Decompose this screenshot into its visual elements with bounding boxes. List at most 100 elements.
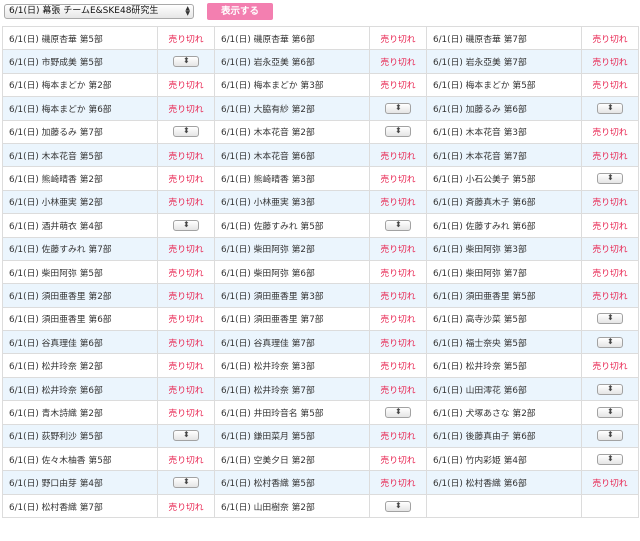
session-label: 6/1(日) 柴田阿弥 第7部 xyxy=(426,259,582,285)
sold-out-badge: 売り切れ xyxy=(592,198,628,209)
session-label: 6/1(日) 小石公美子 第5部 xyxy=(426,166,582,191)
session-label: 6/1(日) 谷真理佳 第7部 xyxy=(214,330,370,355)
sold-out-badge: 売り切れ xyxy=(380,362,416,373)
quantity-cell xyxy=(581,447,639,472)
sold-out-cell: 売り切れ xyxy=(157,330,215,355)
quantity-cell xyxy=(581,376,639,402)
sold-out-badge: 売り切れ xyxy=(168,291,204,302)
session-label: 6/1(日) 井田玲音名 第5部 xyxy=(214,400,370,425)
quantity-select[interactable] xyxy=(597,173,623,185)
sold-out-badge: 売り切れ xyxy=(592,245,628,256)
session-label: 6/1(日) 松井玲奈 第7部 xyxy=(214,376,370,402)
session-label: 6/1(日) 柴田阿弥 第5部 xyxy=(2,259,158,285)
table-row: 6/1(日) 須田亜香里 第6部 売り切れ 6/1(日) 須田亜香里 第7部 売り切れ… xyxy=(2,306,639,332)
sold-out-cell: 売り切れ xyxy=(157,306,215,332)
sold-out-badge: 売り切れ xyxy=(592,151,628,162)
sold-out-cell: 売り切れ xyxy=(369,166,427,191)
quantity-select[interactable] xyxy=(385,219,411,231)
sold-out-cell: 売り切れ xyxy=(369,142,427,168)
table-row: 6/1(日) 松井玲奈 第2部 売り切れ 6/1(日) 松井玲奈 第3部 売り切れ 6/… xyxy=(2,353,639,378)
sold-out-cell: 売り切れ xyxy=(157,400,215,425)
quantity-select[interactable] xyxy=(173,430,199,442)
quantity-select[interactable] xyxy=(597,430,623,442)
session-label: 6/1(日) 柴田阿弥 第6部 xyxy=(214,259,370,285)
session-label: 6/1(日) 須田亜香里 第6部 xyxy=(2,306,158,332)
quantity-select[interactable] xyxy=(597,453,623,465)
sold-out-badge: 売り切れ xyxy=(168,34,204,45)
session-label: 6/1(日) 犬塚あさな 第2部 xyxy=(426,400,582,425)
sold-out-badge: 売り切れ xyxy=(168,175,204,186)
sold-out-badge: 売り切れ xyxy=(380,315,416,326)
session-label: 6/1(日) 柴田阿弥 第2部 xyxy=(214,236,370,261)
session-label: 6/1(日) 大脇有紗 第2部 xyxy=(214,96,370,121)
quantity-cell xyxy=(369,400,427,425)
sold-out-badge: 売り切れ xyxy=(168,455,204,466)
sold-out-cell: 売り切れ xyxy=(581,236,639,261)
session-label: 6/1(日) 加藤るみ 第7部 xyxy=(2,119,158,144)
table-row: 6/1(日) 野口由芽 第4部6/1(日) 松村香織 第5部売り切れ6/1(日)… xyxy=(2,470,639,495)
quantity-select[interactable] xyxy=(597,383,623,395)
quantity-select[interactable] xyxy=(597,336,623,348)
quantity-select[interactable] xyxy=(173,219,199,231)
sold-out-badge: 売り切れ xyxy=(380,175,416,186)
table-row: 6/1(日) 磯原杏華 第5部 売り切れ 6/1(日) 磯原杏華 第6部 売り切れ 6/… xyxy=(2,25,639,51)
event-select[interactable]: 6/1(日) 幕張 チームE&SKE48研究生 ▲ ▼ xyxy=(4,4,194,19)
sold-out-badge: 売り切れ xyxy=(168,268,204,279)
sold-out-badge: 売り切れ xyxy=(168,502,204,513)
sold-out-badge: 売り切れ xyxy=(592,128,628,139)
quantity-select[interactable] xyxy=(173,56,199,68)
table-row: 6/1(日) 松村香織 第7部 売り切れ 6/1(日) 山田樹奈 第2部 xyxy=(2,493,639,519)
session-label: 6/1(日) 松村香織 第6部 xyxy=(426,470,582,495)
chevron-updown-icon: ▲ ▼ xyxy=(185,5,190,17)
sold-out-cell: 売り切れ xyxy=(581,25,639,51)
session-label: 6/1(日) 木本花音 第2部 xyxy=(214,119,370,144)
session-label: 6/1(日) 岩永亞美 第6部 xyxy=(214,49,370,74)
quantity-select[interactable] xyxy=(173,477,199,489)
sold-out-badge: 売り切れ xyxy=(592,479,628,490)
sold-out-badge: 売り切れ xyxy=(168,408,204,419)
session-label: 6/1(日) 福士奈央 第5部 xyxy=(426,330,582,355)
quantity-select[interactable] xyxy=(385,102,411,114)
session-label: 6/1(日) 木本花音 第5部 xyxy=(2,142,158,168)
sold-out-cell: 売り切れ xyxy=(369,353,427,378)
quantity-select[interactable] xyxy=(173,126,199,138)
session-label: 6/1(日) 山田澪花 第6部 xyxy=(426,376,582,402)
sold-out-badge: 売り切れ xyxy=(168,151,204,162)
sold-out-badge: 売り切れ xyxy=(168,385,204,396)
quantity-select[interactable] xyxy=(597,102,623,114)
sold-out-badge: 売り切れ xyxy=(592,58,628,69)
quantity-cell xyxy=(581,166,639,191)
sold-out-cell: 売り切れ xyxy=(369,330,427,355)
session-label: 6/1(日) 柴田阿弥 第3部 xyxy=(426,236,582,261)
session-label: 6/1(日) 須田亜香里 第7部 xyxy=(214,306,370,332)
show-button[interactable]: 表示する xyxy=(207,3,273,20)
quantity-select[interactable] xyxy=(597,406,623,418)
session-label: 6/1(日) 磯原杏華 第5部 xyxy=(2,25,158,51)
sold-out-cell: 売り切れ xyxy=(157,447,215,472)
sold-out-badge: 売り切れ xyxy=(380,268,416,279)
quantity-select[interactable] xyxy=(385,500,411,512)
session-label: 6/1(日) 梅本まどか 第6部 xyxy=(2,96,158,121)
session-label: 6/1(日) 佐藤すみれ 第5部 xyxy=(214,213,370,238)
session-label: 6/1(日) 松井玲奈 第6部 xyxy=(2,376,158,402)
session-label: 6/1(日) 松村香織 第5部 xyxy=(214,470,370,495)
quantity-cell xyxy=(581,423,639,449)
table-row: 6/1(日) 加藤るみ 第7部 6/1(日) 木本花音 第2部 6/1(日) 木本花… xyxy=(2,119,639,144)
session-label: 6/1(日) 後藤真由子 第6部 xyxy=(426,423,582,449)
session-table: 6/1(日) 磯原杏華 第5部 売り切れ 6/1(日) 磯原杏華 第6部 売り切れ 6/… xyxy=(2,25,639,519)
sold-out-cell: 売り切れ xyxy=(369,189,427,215)
sold-out-badge: 売り切れ xyxy=(380,385,416,396)
session-label: 6/1(日) 梅本まどか 第5部 xyxy=(426,72,582,98)
quantity-cell xyxy=(369,493,427,519)
sold-out-badge: 売り切れ xyxy=(380,432,416,443)
sold-out-cell: 売り切れ xyxy=(581,283,639,308)
quantity-select[interactable] xyxy=(385,406,411,418)
event-select-value: 6/1(日) 幕張 チームE&SKE48研究生 xyxy=(9,6,159,16)
quantity-select[interactable] xyxy=(385,126,411,138)
quantity-select[interactable] xyxy=(597,313,623,325)
quantity-cell xyxy=(369,96,427,121)
sold-out-cell: 売り切れ xyxy=(157,283,215,308)
table-row: 6/1(日) 荻野利沙 第5部 6/1(日) 鎌田菜月 第5部売り切れ 6/1(日)… xyxy=(2,423,639,449)
sold-out-cell: 売り切れ xyxy=(369,25,427,51)
session-label: 6/1(日) 熊崎晴香 第2部 xyxy=(2,166,158,191)
